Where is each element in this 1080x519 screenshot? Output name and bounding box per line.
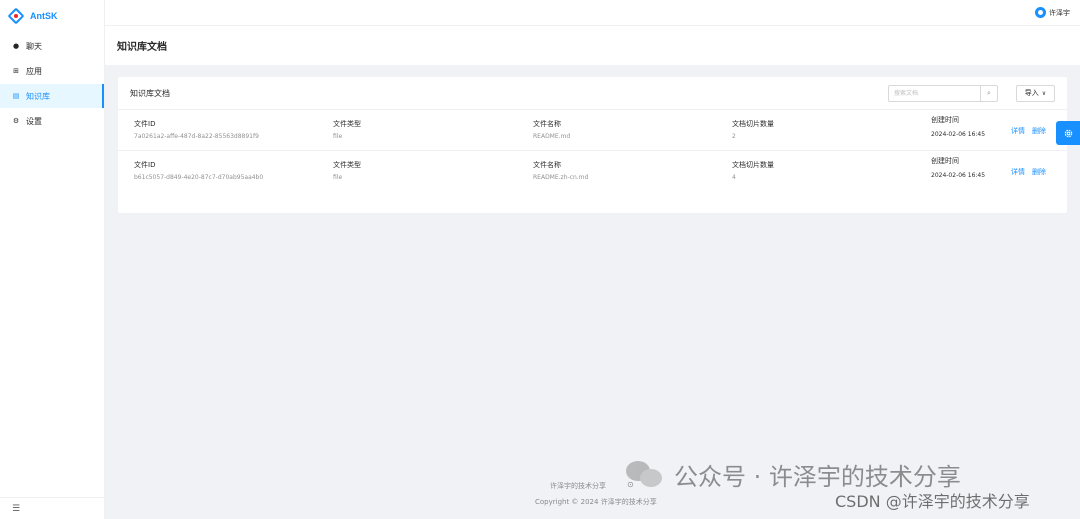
file-name-label: 文件名称 [533, 161, 561, 169]
card-header: 知识库文档 ⌕ 导入 ∨ [118, 77, 1067, 110]
sidebar-menu: ● 聊天 ⊞ 应用 ▤ 知识库 ⚙ 设置 [0, 34, 104, 133]
slice-count-cell: 文档切片数量 2 [732, 119, 774, 142]
import-label: 导入 [1024, 90, 1039, 97]
list-item: 文件ID 7a0261a2-affe-487d-8a22-85563d8891f… [118, 110, 1067, 151]
delete-link[interactable]: 删除 [1032, 126, 1046, 136]
sidebar-item-label: 应用 [26, 66, 42, 76]
slice-count-label: 文档切片数量 [732, 120, 774, 128]
file-type-label: 文件类型 [333, 120, 361, 128]
file-id-label: 文件ID [134, 161, 156, 169]
file-name-cell: 文件名称 README.md [533, 119, 570, 142]
file-id-cell: 文件ID b61c5057-d849-4e20-87c7-d70ab95aa4b… [134, 160, 263, 183]
list-item: 文件ID b61c5057-d849-4e20-87c7-d70ab95aa4b… [118, 151, 1067, 192]
sidebar-item-knowledge-base[interactable]: ▤ 知识库 [0, 84, 104, 108]
search-box: ⌕ [888, 84, 998, 102]
slice-count-value: 4 [732, 174, 736, 181]
created-time-cell: 创建时间 2024-02-06 16:45 [931, 115, 985, 140]
file-type-value: file [333, 133, 343, 140]
footer-copyright: Copyright © 2024 许泽宇的技术分享 [535, 498, 657, 506]
created-time-value: 2024-02-06 16:45 [931, 172, 986, 179]
import-button[interactable]: 导入 ∨ [1016, 84, 1055, 102]
file-type-label: 文件类型 [333, 161, 361, 169]
file-name-label: 文件名称 [533, 120, 561, 128]
csdn-watermark: CSDN @许泽宇的技术分享 [835, 492, 1030, 511]
footer-links[interactable]: 许泽宇的技术分享 [550, 481, 606, 491]
search-icon[interactable]: ⌕ [980, 85, 997, 101]
created-time-label: 创建时间 [931, 157, 959, 165]
slice-count-label: 文档切片数量 [732, 161, 774, 169]
theme-settings-button[interactable] [1056, 121, 1080, 145]
sidebar-item-settings[interactable]: ⚙ 设置 [0, 109, 104, 133]
file-id-cell: 文件ID 7a0261a2-affe-487d-8a22-85563d8891f… [134, 119, 259, 142]
chevron-down-icon: ∨ [1041, 90, 1047, 97]
app-icon: ⊞ [13, 67, 19, 75]
delete-link[interactable]: 删除 [1032, 167, 1046, 177]
file-name-cell: 文件名称 README.zh-cn.md [533, 160, 588, 183]
created-time-cell: 创建时间 2024-02-06 16:45 [931, 156, 985, 181]
knowledge-base-icon: ▤ [12, 92, 20, 100]
gear-icon [1064, 129, 1072, 137]
user-name[interactable]: 许泽宇 [1049, 8, 1070, 18]
file-type-value: file [333, 174, 343, 181]
file-id-label: 文件ID [134, 120, 156, 128]
user-avatar-icon[interactable] [1035, 7, 1046, 18]
card-title: 知识库文档 [130, 88, 170, 98]
watermark-text: 公众号 · 许泽宇的技术分享 [674, 463, 961, 491]
chat-icon: ● [12, 42, 20, 50]
app-name: AntSK [30, 11, 58, 21]
app-logo[interactable]: AntSK [0, 0, 104, 32]
file-id-value: 7a0261a2-affe-487d-8a22-85563d8891f9 [134, 133, 259, 140]
page-header: 知识库文档 [105, 25, 1080, 65]
page-title: 知识库文档 [117, 42, 167, 53]
row-actions: 详情 删除 [1011, 167, 1046, 177]
file-name-value: README.md [533, 133, 571, 140]
file-type-cell: 文件类型 file [333, 160, 361, 183]
file-name-value: README.zh-cn.md [533, 174, 589, 181]
watermark: 公众号 · 许泽宇的技术分享 [626, 457, 961, 492]
document-list-card: 知识库文档 ⌕ 导入 ∨ 文件ID 7a0261a2-affe-487d-8a2… [118, 77, 1067, 213]
slice-count-cell: 文档切片数量 4 [732, 160, 774, 183]
menu-fold-icon: ☰ [12, 503, 21, 514]
sidebar-item-apps[interactable]: ⊞ 应用 [0, 59, 104, 83]
sidebar: AntSK ● 聊天 ⊞ 应用 ▤ 知识库 ⚙ 设置 ☰ [0, 0, 105, 519]
wechat-icon [626, 459, 666, 491]
slice-count-value: 2 [732, 133, 736, 140]
top-header: 许泽宇 [105, 0, 1080, 25]
antsk-logo-icon [7, 7, 25, 25]
row-actions: 详情 删除 [1011, 126, 1046, 136]
settings-icon: ⚙ [12, 117, 20, 125]
detail-link[interactable]: 详情 [1011, 167, 1025, 177]
sidebar-item-label: 知识库 [26, 91, 50, 101]
sidebar-item-label: 聊天 [26, 41, 42, 51]
sidebar-item-label: 设置 [26, 116, 42, 126]
sidebar-collapse-button[interactable]: ☰ [0, 497, 105, 519]
search-input[interactable] [889, 85, 980, 101]
detail-link[interactable]: 详情 [1011, 126, 1025, 136]
sidebar-item-chat[interactable]: ● 聊天 [0, 34, 104, 58]
file-type-cell: 文件类型 file [333, 119, 361, 142]
file-id-value: b61c5057-d849-4e20-87c7-d70ab95aa4b0 [134, 174, 264, 181]
created-time-value: 2024-02-06 16:45 [931, 131, 986, 138]
created-time-label: 创建时间 [931, 116, 959, 124]
